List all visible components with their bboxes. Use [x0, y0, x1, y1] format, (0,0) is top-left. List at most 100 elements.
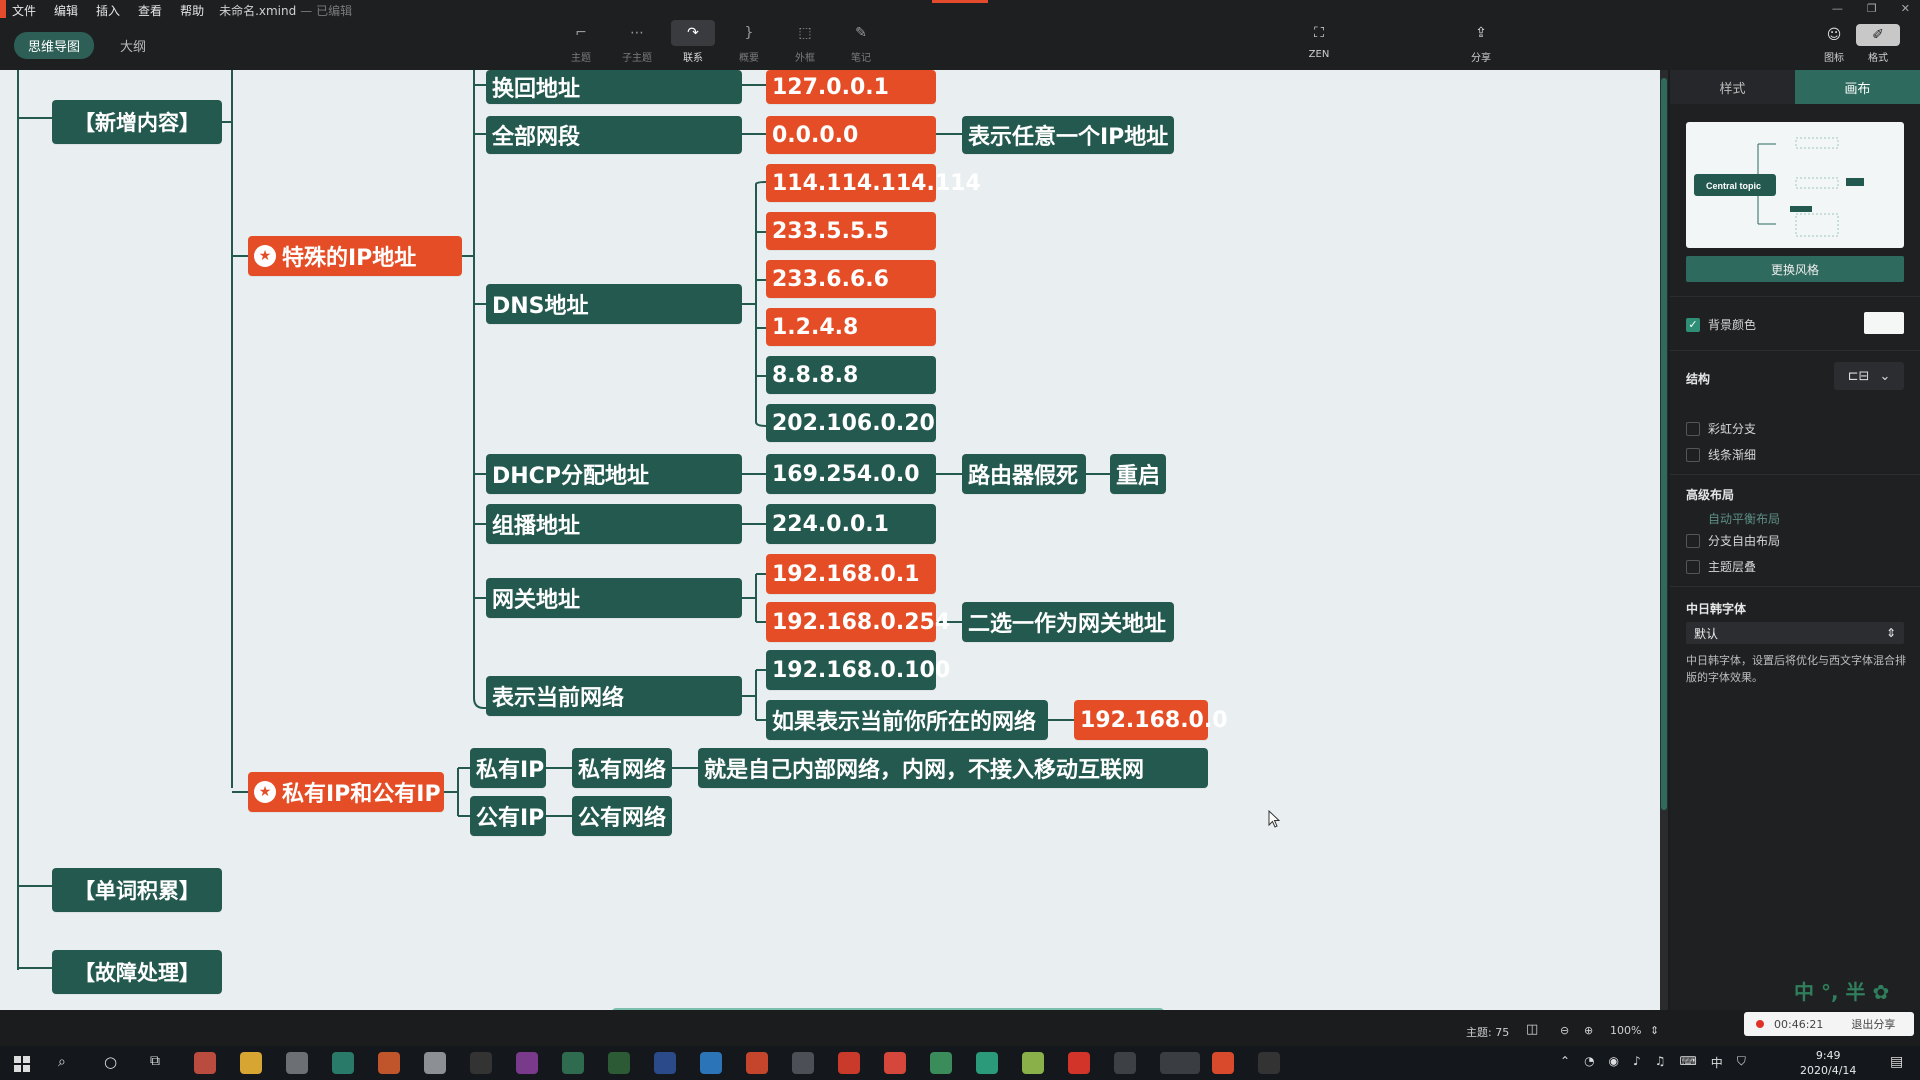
node-loopback[interactable]: 换回地址: [486, 70, 742, 104]
taskbar-clock[interactable]: 9:49 2020/4/14: [1800, 1048, 1856, 1078]
close-icon[interactable]: ✕: [1901, 2, 1910, 15]
security-icon[interactable]: ⛉: [1737, 1054, 1746, 1071]
node-private-public-ip[interactable]: ★ 私有IP和公有IP: [248, 772, 444, 812]
free-branch-row[interactable]: 分支自由布局: [1686, 532, 1780, 549]
cjk-font-select[interactable]: 默认 ⇕: [1686, 622, 1904, 644]
node-private-desc[interactable]: 就是自己内部网络，内网，不接入移动互联网: [698, 748, 1208, 788]
tab-style[interactable]: 样式: [1670, 70, 1795, 104]
icon-panel-button[interactable]: ☺ 图标: [1814, 24, 1854, 68]
structure-select[interactable]: ⊏⊟ ⌄: [1834, 362, 1904, 390]
theme-preview[interactable]: Central topic: [1686, 122, 1904, 248]
network-icon[interactable]: ◔: [1584, 1054, 1594, 1071]
node-loopback-ip[interactable]: 127.0.0.1: [766, 70, 936, 104]
ime-tray-icon[interactable]: 中: [1711, 1054, 1723, 1071]
topic-overlap-row[interactable]: 主题层叠: [1686, 558, 1756, 575]
relation-button[interactable]: ↷ 联系: [670, 20, 716, 64]
vertical-scrollbar[interactable]: [1660, 70, 1668, 1010]
keyboard-icon[interactable]: ⌨: [1679, 1054, 1696, 1071]
tab-canvas[interactable]: 画布: [1795, 70, 1920, 104]
node-word-bank[interactable]: 【单词积累】: [52, 868, 222, 912]
node-all-ip[interactable]: 0.0.0.0: [766, 116, 936, 154]
app-icon[interactable]: [194, 1052, 216, 1074]
ide-icon[interactable]: [516, 1052, 538, 1074]
node-multicast[interactable]: 组播地址: [486, 504, 742, 544]
node-public-ip[interactable]: 公有IP: [470, 796, 546, 836]
node-current-network[interactable]: 表示当前网络: [486, 676, 742, 716]
node-gateway[interactable]: 网关地址: [486, 578, 742, 618]
menu-view[interactable]: 查看: [129, 2, 171, 19]
node-current-ip[interactable]: 192.168.0.100: [766, 650, 950, 690]
menu-file[interactable]: 文件: [0, 2, 45, 19]
node-multicast-ip[interactable]: 224.0.0.1: [766, 504, 936, 544]
node-special-ip[interactable]: ★ 特殊的IP地址: [248, 236, 462, 276]
rainbow-branch-row[interactable]: 彩虹分支: [1686, 420, 1756, 437]
auto-balance-row[interactable]: 自动平衡布局: [1708, 510, 1780, 527]
checkbox-icon[interactable]: [1686, 421, 1700, 436]
scroll-thumb[interactable]: [1661, 78, 1667, 810]
zoom-in-icon[interactable]: ⊕: [1584, 1024, 1593, 1037]
node-dns[interactable]: DNS地址: [486, 284, 742, 324]
task-view-icon[interactable]: ⧉: [150, 1053, 160, 1069]
format-panel-button[interactable]: ✐ 格式: [1856, 24, 1900, 68]
app-icon[interactable]: [746, 1052, 768, 1074]
chevron-up-icon[interactable]: ⌃: [1560, 1054, 1570, 1071]
menu-edit[interactable]: 编辑: [45, 2, 87, 19]
tab-outline[interactable]: 大纲: [106, 32, 160, 59]
node-dns-ip[interactable]: 233.6.6.6: [766, 260, 936, 298]
xmind-icon[interactable]: [1212, 1052, 1234, 1074]
bg-color-swatch[interactable]: [1864, 312, 1904, 334]
node-public-network[interactable]: 公有网络: [572, 796, 672, 836]
node-gateway-ip1[interactable]: 192.168.0.1: [766, 554, 936, 594]
tab-mindmap[interactable]: 思维导图: [14, 32, 95, 59]
cortana-icon[interactable]: ○: [104, 1053, 117, 1071]
node-gateway-ip2[interactable]: 192.168.0.254: [766, 602, 950, 642]
app-icon[interactable]: [838, 1052, 860, 1074]
bg-color-row[interactable]: ✓ 背景颜色: [1686, 316, 1756, 333]
node-troubleshoot[interactable]: 【故障处理】: [52, 950, 222, 994]
node-all-note[interactable]: 表示任意一个IP地址: [962, 116, 1174, 154]
map-icon[interactable]: ◫: [1526, 1022, 1538, 1037]
store-icon[interactable]: [286, 1052, 308, 1074]
checkbox-checked-icon[interactable]: ✓: [1686, 317, 1700, 332]
datagrip-icon[interactable]: [470, 1052, 492, 1074]
app-icon[interactable]: [1114, 1052, 1136, 1074]
app-icon[interactable]: [1068, 1052, 1090, 1074]
taper-line-row[interactable]: 线条渐细: [1686, 446, 1756, 463]
checkbox-icon[interactable]: [1686, 447, 1700, 462]
restore-icon[interactable]: ❐: [1867, 2, 1877, 15]
checkbox-icon[interactable]: [1686, 559, 1700, 574]
topic-button[interactable]: ⌐ 主题: [558, 20, 604, 64]
node-dhcp-restart[interactable]: 重启: [1110, 454, 1166, 494]
node-gateway-note[interactable]: 二选一作为网关地址: [962, 602, 1174, 642]
mindmap-canvas[interactable]: 【新增内容】 【单词积累】 【故障处理】 ★ 特殊的IP地址 ★ 私有IP和公有IP…: [0, 70, 1660, 1010]
pycharm-icon[interactable]: [608, 1052, 630, 1074]
notes-icon[interactable]: [1022, 1052, 1044, 1074]
notification-icon[interactable]: ▤: [1890, 1054, 1903, 1070]
search-icon[interactable]: ⌕: [58, 1054, 66, 1070]
change-style-button[interactable]: 更换风格: [1686, 256, 1904, 282]
note-button[interactable]: ✎ 笔记: [838, 20, 884, 64]
node-dns-ip[interactable]: 8.8.8.8: [766, 356, 936, 394]
wechat-task-icon[interactable]: [1160, 1052, 1200, 1074]
node-dns-ip[interactable]: 202.106.0.20: [766, 404, 936, 442]
node-current-note[interactable]: 如果表示当前你所在的网络: [766, 700, 1048, 740]
node-private-network[interactable]: 私有网络: [572, 748, 672, 788]
share-button[interactable]: ⇪ 分享: [1458, 20, 1504, 64]
node-dns-ip[interactable]: 114.114.114.114: [766, 164, 981, 202]
summary-button[interactable]: } 概要: [726, 20, 772, 64]
zoom-level[interactable]: 100%: [1610, 1024, 1641, 1037]
goland-icon[interactable]: [562, 1052, 584, 1074]
node-all-network[interactable]: 全部网段: [486, 116, 742, 154]
zoom-dropdown-icon[interactable]: ⇕: [1650, 1024, 1659, 1037]
app-tray-icon[interactable]: ◉: [1609, 1054, 1619, 1071]
checkbox-icon[interactable]: [1686, 533, 1700, 548]
mic-icon[interactable]: ♪: [1633, 1054, 1641, 1071]
zoom-out-icon[interactable]: ⊖: [1560, 1024, 1569, 1037]
node-dns-ip[interactable]: 1.2.4.8: [766, 308, 936, 346]
menu-help[interactable]: 帮助: [171, 2, 213, 19]
chrome-icon[interactable]: [240, 1052, 262, 1074]
node-dhcp[interactable]: DHCP分配地址: [486, 454, 742, 494]
app-icon[interactable]: [424, 1052, 446, 1074]
node-current-note-ip[interactable]: 192.168.0.0: [1074, 700, 1228, 740]
app-icon[interactable]: [792, 1052, 814, 1074]
